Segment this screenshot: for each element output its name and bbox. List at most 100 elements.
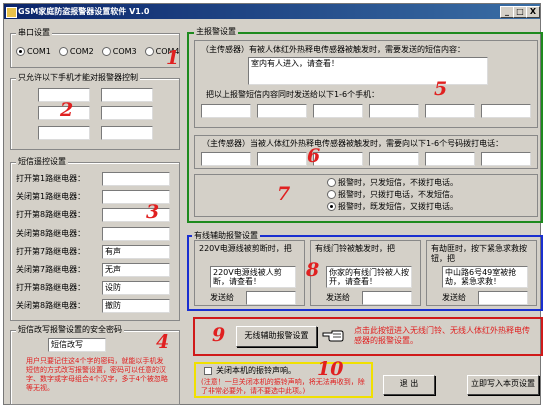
- sms-row-input[interactable]: [102, 208, 170, 223]
- send-phone-5[interactable]: [425, 104, 475, 118]
- mode-option-label: 报警时，只拨打电话，不发短信。: [338, 190, 458, 199]
- exit-button[interactable]: 退 出: [383, 375, 435, 395]
- app-icon: [6, 7, 17, 18]
- call-phone-4[interactable]: [369, 152, 419, 166]
- marker-5: 5: [434, 78, 448, 100]
- aux-send-label: 发送给: [442, 293, 466, 302]
- serial-port-options: COM1 COM2 COM3 COM4: [16, 47, 188, 57]
- password-legend: 短信改写报警设置的安全密码: [16, 325, 124, 335]
- sms-row-label: 打开第1路继电器：: [16, 174, 86, 183]
- ring-off-checkbox[interactable]: [204, 367, 212, 375]
- aux-send-input[interactable]: [362, 291, 412, 305]
- call-phone-6[interactable]: [481, 152, 531, 166]
- send-phone-6[interactable]: [481, 104, 531, 118]
- sms-row-input[interactable]: 设防: [102, 281, 170, 296]
- allowed-phones-group: [10, 78, 180, 150]
- window-title: GSM家庭防盗报警器设置软件 V1.0: [18, 7, 150, 16]
- wireless-aux-note: 点击此按钮进入无线门铃、无线人体红外热释电传感器的报警设置。: [354, 326, 530, 345]
- main-call-label: （主传感器）当被人体红外热释电传感器被触发时，需要向以下1-6个号码拨打电话：: [202, 139, 504, 148]
- ring-off-label: 关闭本机的振铃声响。: [216, 366, 296, 375]
- aux-send-label: 发送给: [326, 293, 350, 302]
- marker-4: 4: [156, 331, 170, 353]
- marker-2: 2: [60, 99, 74, 121]
- password-note: 用户只要记住这4个字的密码，就能以手机发短信的方式改写报警设置，密码可以任意的汉…: [26, 357, 168, 392]
- sms-row-label: 关闭第1路继电器：: [16, 192, 86, 202]
- allowed-phone-5[interactable]: [38, 126, 90, 140]
- pointing-hand-icon: [322, 329, 344, 342]
- password-input[interactable]: 短信改写: [48, 338, 106, 352]
- mode-option-label: 报警时，既发短信，又拨打电话。: [338, 202, 458, 211]
- sms-row-label: 关闭第7路继电器：: [16, 265, 86, 274]
- mode-option-1[interactable]: 报警时，只发短信，不拨打电话。: [327, 178, 458, 188]
- call-phone-2[interactable]: [257, 152, 307, 166]
- main-send-label: 把以上报警短信内容同时发送给以下1-6个手机：: [206, 90, 380, 99]
- mode-option-3[interactable]: 报警时，既发短信，又拨打电话。: [327, 202, 458, 212]
- aux-column-title: 220V电源线被剪断时，把: [199, 244, 292, 253]
- marker-1: 1: [166, 47, 180, 69]
- serial-option-label: COM1: [27, 47, 51, 56]
- minimize-button[interactable]: _: [500, 6, 514, 18]
- call-phone-3[interactable]: [313, 152, 363, 166]
- serial-port-legend: 串口设置: [16, 28, 52, 38]
- marker-10: 10: [317, 358, 344, 380]
- sms-row-input[interactable]: [102, 226, 170, 241]
- sms-row-label: 打开第7路继电器：: [16, 246, 86, 256]
- radio-button-icon[interactable]: [58, 47, 68, 56]
- call-phone-1[interactable]: [201, 152, 251, 166]
- radio-button-icon[interactable]: [144, 47, 154, 56]
- close-button[interactable]: X: [526, 6, 540, 18]
- send-phone-3[interactable]: [313, 104, 363, 118]
- radio-button-icon[interactable]: [16, 47, 25, 56]
- sms-remote-legend: 短信遥控设置: [16, 157, 68, 167]
- send-phone-2[interactable]: [257, 104, 307, 118]
- serial-option-label: COM3: [112, 47, 137, 56]
- title-bar: GSM家庭防盗报警器设置软件 V1.0 _ □ X: [4, 4, 540, 19]
- aux-send-input[interactable]: [246, 291, 296, 305]
- serial-option-com3[interactable]: COM3: [101, 47, 137, 56]
- ring-off-warning: (注意！一旦关闭本机的振铃声响，将无法再收到，除了非常必要外，请不要选中此项。): [201, 378, 365, 395]
- serial-option-com1[interactable]: COM1: [16, 47, 51, 56]
- aux-column-title: 有线门铃被触发时，把: [315, 244, 395, 253]
- aux-column-text[interactable]: 中山路6号49室被抢劫，紧急求救！: [442, 266, 528, 288]
- call-phone-5[interactable]: [425, 152, 475, 166]
- sms-row-input[interactable]: [102, 172, 170, 186]
- main-sms-label: （主传感器）有被人体红外热释电传感器被触发时，需要发送的短信内容：: [201, 45, 465, 54]
- main-alarm-legend: 主报警设置: [194, 27, 238, 37]
- mode-option-label: 报警时，只发短信，不拨打电话。: [338, 178, 458, 187]
- mode-option-2[interactable]: 报警时，只拨打电话，不发短信。: [327, 190, 458, 200]
- serial-option-label: COM2: [69, 47, 94, 56]
- send-phone-4[interactable]: [369, 104, 419, 118]
- allowed-phone-4[interactable]: [101, 106, 153, 120]
- radio-button-icon[interactable]: [101, 47, 111, 56]
- marker-8: 8: [306, 259, 320, 281]
- aux-send-label: 发送给: [210, 293, 234, 302]
- sms-row-input[interactable]: 有声: [102, 244, 170, 259]
- aux-column-text[interactable]: 你家的有线门铃被人按开，请查看！: [326, 266, 412, 288]
- allowed-phones-legend: 只允许以下手机才能对报警器控制: [16, 73, 140, 83]
- marker-6: 6: [307, 145, 321, 167]
- radio-button-icon[interactable]: [327, 178, 336, 187]
- aux-column-title: 有劫匪时，按下紧急求救按钮，把: [431, 244, 527, 263]
- sms-row-input[interactable]: [102, 190, 170, 205]
- app-window: GSM家庭防盗报警器设置软件 V1.0 _ □ X 串口设置 COM1 COM2 C…: [3, 3, 543, 405]
- allowed-phone-2[interactable]: [101, 88, 153, 102]
- sms-row-label: 关闭第8路继电器：: [16, 301, 86, 311]
- aux-column-text[interactable]: 220V电源线被人剪断，请查看！: [210, 266, 296, 288]
- sms-row-label: 打开第8路继电器：: [16, 283, 86, 293]
- write-settings-button[interactable]: 立即写入本页设置: [467, 375, 539, 395]
- sms-row-input[interactable]: 撤防: [102, 299, 170, 314]
- allowed-phone-6[interactable]: [101, 126, 153, 140]
- radio-button-icon[interactable]: [327, 202, 336, 211]
- radio-button-icon[interactable]: [327, 190, 336, 199]
- marker-9: 9: [212, 324, 226, 346]
- serial-option-com2[interactable]: COM2: [58, 47, 94, 56]
- main-sms-content[interactable]: 室内有人进入，请查看！: [248, 57, 488, 85]
- sms-row-label: 关闭第8路继电器：: [16, 228, 86, 238]
- aux-send-input[interactable]: [478, 291, 528, 305]
- sms-row-label: 打开第8路继电器：: [16, 210, 86, 220]
- marker-7: 7: [277, 183, 291, 205]
- wireless-aux-button[interactable]: 无线辅助报警设置: [236, 326, 317, 347]
- maximize-button[interactable]: □: [513, 6, 527, 18]
- sms-row-input[interactable]: 无声: [102, 263, 170, 277]
- send-phone-1[interactable]: [201, 104, 251, 118]
